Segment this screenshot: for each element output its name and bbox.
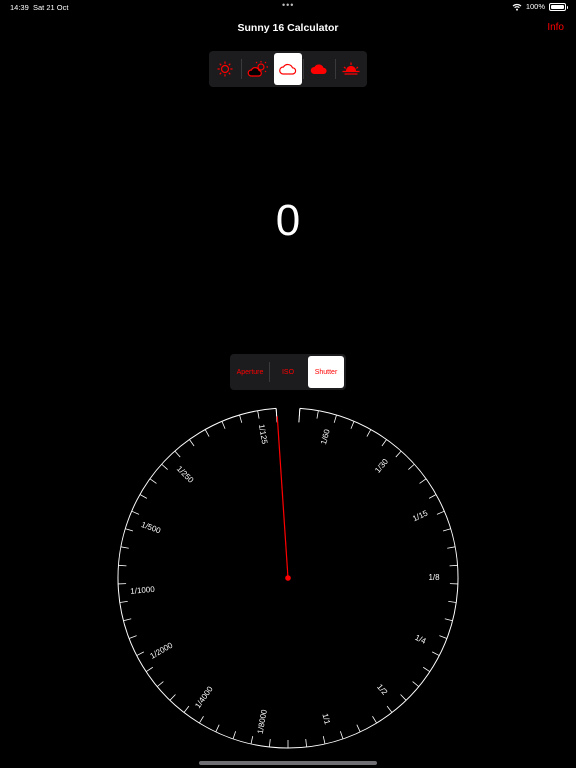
dial-label: 1/1: [320, 712, 332, 726]
dial-tick: [386, 705, 393, 713]
dial-label: 1/8000: [256, 708, 269, 734]
dial-label: 1/60: [319, 428, 332, 446]
dial-label: 1/4000: [193, 684, 215, 710]
dial-hub: [285, 575, 291, 581]
weather-option-sunset[interactable]: [336, 53, 366, 85]
dial-tick: [161, 463, 168, 470]
dial-tick: [136, 651, 145, 656]
mode-shutter[interactable]: Shutter: [308, 356, 344, 388]
dial-tick: [428, 494, 437, 499]
weather-option-sun[interactable]: [210, 53, 240, 85]
dial-tick: [419, 478, 427, 484]
cloud-outline-icon: [279, 63, 297, 75]
dial-tick: [149, 478, 157, 484]
dial-tick: [120, 546, 129, 549]
dial-label: 1/500: [140, 520, 162, 535]
dial-label: 1/8: [428, 573, 440, 582]
dial-tick: [448, 600, 457, 603]
dial-label: 1/1000: [130, 585, 156, 596]
dial-tick: [183, 705, 190, 713]
weather-option-overcast[interactable]: [274, 53, 302, 85]
dial-tick: [215, 724, 220, 733]
weather-option-partly-cloudy[interactable]: [242, 53, 273, 85]
dial-tick: [169, 694, 176, 701]
dial-tick: [366, 429, 372, 437]
dial-tick: [128, 635, 137, 639]
dial-label: 1/30: [373, 457, 390, 475]
dial-tick: [339, 731, 344, 740]
shutter-dial[interactable]: 1/125 1/60 1/30 1/15 1/8 1/4 1/2 1/1 1/8000 1/400…: [0, 395, 576, 755]
dial-tick: [204, 429, 210, 437]
dial-tick: [436, 510, 445, 515]
wifi-icon: [512, 3, 522, 11]
dial-tick: [232, 731, 237, 740]
dial-tick: [431, 651, 440, 656]
battery-percent: 100%: [525, 2, 545, 11]
dial-label: 1/250: [175, 464, 196, 485]
dial-tick: [381, 439, 387, 447]
page-title: Sunny 16 Calculator: [237, 22, 339, 34]
dial-label: 1/2000: [149, 640, 175, 660]
dial-tick: [156, 681, 164, 687]
sunset-icon: [342, 62, 360, 75]
dial-tick: [257, 410, 260, 419]
sun-icon: [217, 61, 233, 77]
dial-label: 1/15: [411, 508, 429, 523]
status-time: 14:39: [10, 3, 29, 12]
dial-tick: [322, 736, 326, 745]
dial-label: 1/125: [257, 424, 269, 446]
dial-tick: [442, 528, 451, 532]
dial-tick: [125, 528, 134, 532]
dial-tick: [174, 450, 181, 458]
dial-tick: [199, 716, 204, 724]
dial-tick: [250, 736, 254, 745]
dial-tick: [333, 414, 337, 423]
weather-option-heavy-overcast[interactable]: [304, 53, 334, 85]
home-indicator[interactable]: [199, 761, 377, 765]
dial-tick: [118, 564, 127, 567]
dial-tick: [316, 410, 319, 419]
dial-tick: [372, 716, 377, 724]
dial-needle[interactable]: [276, 416, 289, 579]
dial-tick: [239, 414, 243, 423]
dial-tick: [189, 439, 195, 447]
mode-segmented-control: Aperture ISO Shutter: [230, 354, 346, 390]
dial-tick: [412, 681, 420, 687]
status-bar: 14:39 Sat 21 Oct ••• 100%: [0, 0, 576, 14]
dial-tick: [395, 450, 402, 458]
dial-tick: [145, 666, 154, 672]
dial-tick: [350, 421, 355, 429]
dial-tick: [221, 421, 226, 429]
dial-label: 1/4: [414, 633, 428, 646]
dial-label: 1/2: [375, 682, 389, 697]
multitasking-dots-icon[interactable]: •••: [282, 0, 294, 10]
dial-tick: [123, 618, 132, 622]
dial-tick: [119, 600, 128, 603]
dial-tick: [139, 494, 148, 499]
cloud-filled-icon: [310, 64, 327, 74]
dial-end-cap: [298, 408, 301, 423]
exposure-value-display: 0: [275, 196, 301, 245]
dial-tick: [131, 510, 140, 515]
dial-tick: [444, 618, 453, 622]
dial-tick: [356, 724, 361, 733]
dial-tick: [305, 738, 308, 748]
partly-cloudy-icon: [247, 61, 268, 77]
info-button[interactable]: Info: [547, 22, 564, 33]
dial-tick: [268, 738, 271, 748]
dial-tick: [447, 546, 456, 549]
dial-tick: [439, 635, 448, 639]
dial-tick: [400, 694, 407, 701]
weather-segmented-control: [209, 51, 367, 87]
battery-icon: [549, 2, 568, 11]
mode-aperture[interactable]: Aperture: [232, 356, 268, 388]
dial-tick: [422, 666, 431, 672]
dial-tick: [408, 463, 415, 470]
dial-tick: [449, 564, 458, 567]
status-date: Sat 21 Oct: [33, 3, 69, 12]
mode-iso[interactable]: ISO: [270, 356, 306, 388]
